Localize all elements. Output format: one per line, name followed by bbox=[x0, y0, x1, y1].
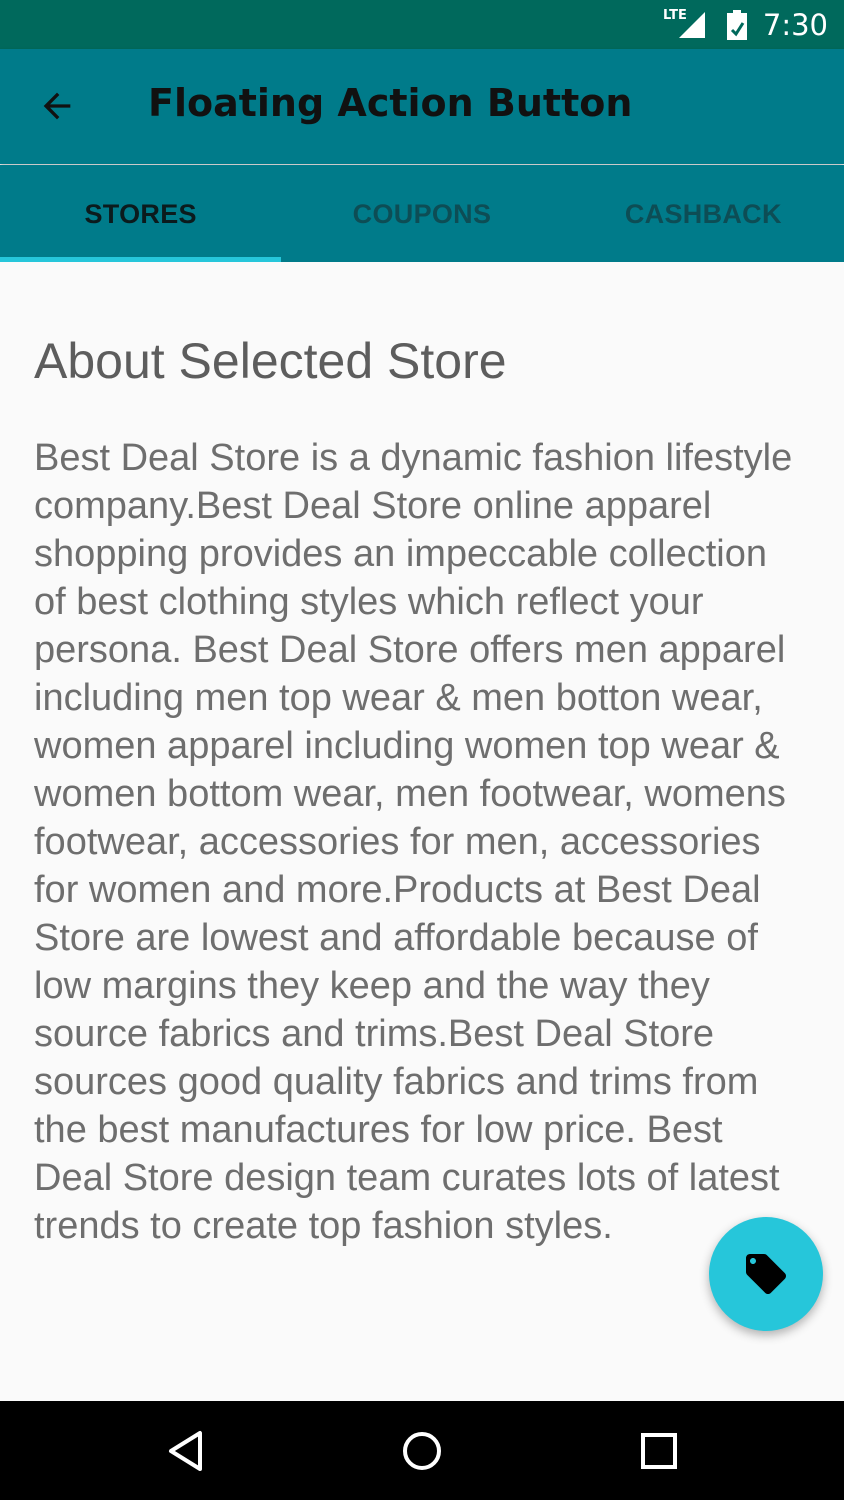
recents-square-icon bbox=[641, 1433, 677, 1469]
back-button[interactable] bbox=[24, 73, 90, 139]
network-type: LTE bbox=[662, 8, 687, 23]
floating-action-button[interactable] bbox=[709, 1217, 823, 1331]
back-triangle-icon bbox=[169, 1431, 202, 1471]
clock: 7:30 bbox=[762, 7, 828, 42]
nav-home-button[interactable] bbox=[392, 1421, 452, 1481]
nav-recents-button[interactable] bbox=[629, 1421, 689, 1481]
tab-coupons[interactable]: COUPONS bbox=[281, 165, 562, 263]
tab-stores[interactable]: STORES bbox=[0, 165, 281, 263]
navigation-bar bbox=[0, 1401, 844, 1500]
nav-back-button[interactable] bbox=[156, 1421, 216, 1481]
section-heading: About Selected Store bbox=[34, 333, 507, 389]
status-icons: LTE 7:30 bbox=[663, 0, 828, 49]
app-bar: Floating Action Button bbox=[0, 49, 844, 164]
tab-bar: STORES COUPONS CASHBACK bbox=[0, 165, 844, 263]
tag-icon bbox=[746, 1254, 786, 1294]
battery-icon bbox=[726, 9, 747, 40]
store-description: Best Deal Store is a dynamic fashion lif… bbox=[34, 437, 793, 1247]
tab-cashback[interactable]: CASHBACK bbox=[563, 165, 844, 263]
status-bar: LTE 7:30 bbox=[0, 0, 844, 49]
home-circle-icon bbox=[403, 1432, 441, 1470]
page-title: Floating Action Button bbox=[148, 81, 633, 125]
arrow-back-icon bbox=[43, 92, 71, 120]
content-scroll[interactable]: About Selected Store Best Deal Store is … bbox=[0, 262, 844, 1401]
